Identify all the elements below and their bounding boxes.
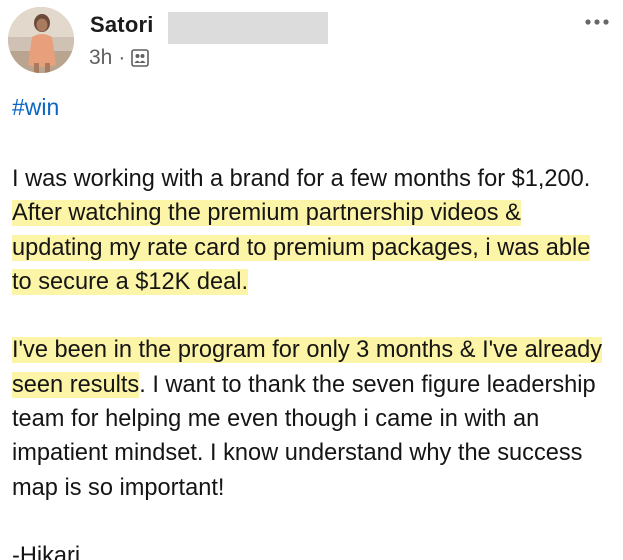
text-segment: I was working with a brand for a few mon… bbox=[12, 166, 591, 192]
post-body: I was working with a brand for a few mon… bbox=[12, 162, 615, 560]
hashtag-link[interactable]: #win bbox=[12, 94, 59, 121]
redacted-headline bbox=[168, 12, 328, 44]
author-avatar[interactable] bbox=[8, 7, 74, 73]
paragraph-2: I've been in the program for only 3 mont… bbox=[12, 333, 615, 504]
paragraph-1: I was working with a brand for a few mon… bbox=[12, 162, 615, 299]
post-meta: 3h · bbox=[89, 46, 150, 70]
author-name[interactable]: Satori bbox=[90, 12, 154, 38]
meta-separator: · bbox=[118, 46, 126, 69]
signature-line: -Hikari bbox=[12, 539, 615, 560]
post-card: Satori 3h · #win I was working with a br… bbox=[0, 0, 623, 560]
signature-text: -Hikari bbox=[12, 543, 81, 560]
highlighted-text: After watching the premium partnership v… bbox=[12, 200, 591, 295]
people-icon bbox=[131, 49, 150, 67]
post-timestamp: 3h bbox=[89, 46, 113, 69]
ellipsis-icon[interactable] bbox=[583, 14, 611, 25]
avatar-photo bbox=[8, 7, 74, 73]
